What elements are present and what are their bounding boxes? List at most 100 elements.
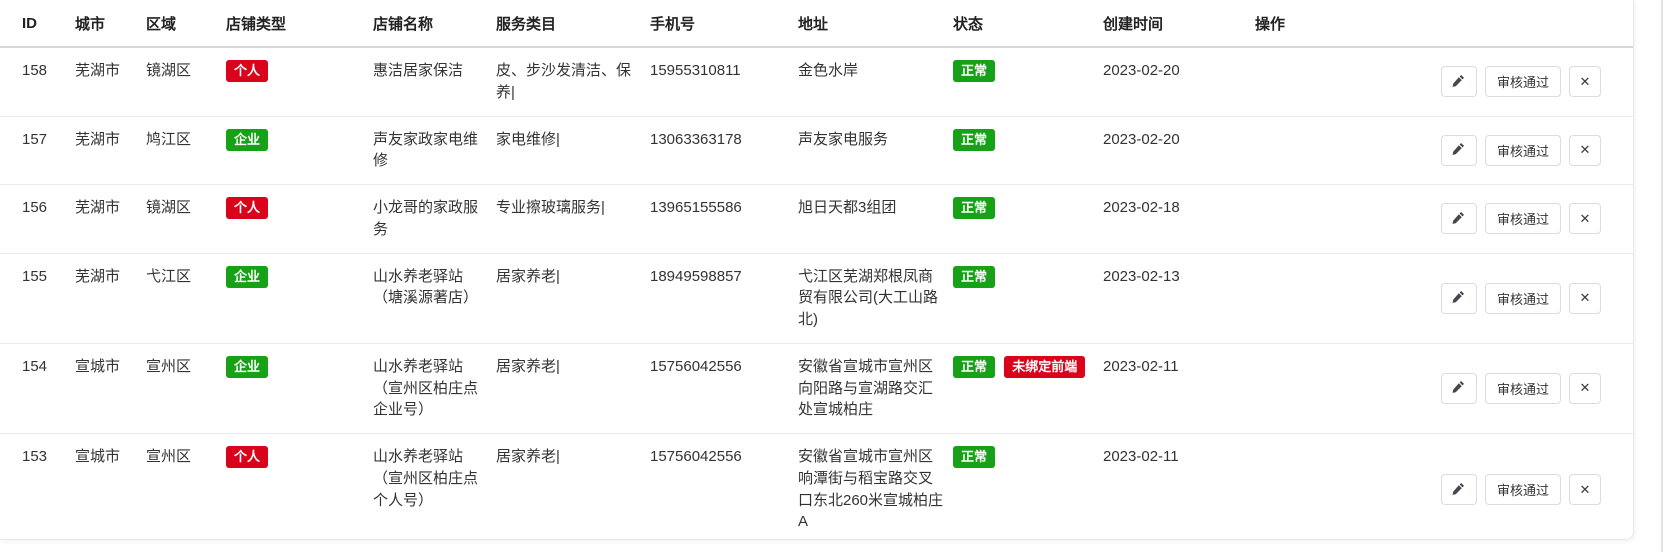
cell-city: 宣城市: [75, 434, 146, 541]
status-badge: 正常: [953, 266, 995, 288]
cell-city: 芜湖市: [75, 116, 146, 185]
cell-district: 弋江区: [146, 253, 226, 343]
action-buttons: 审核通过 ✕: [1255, 474, 1625, 505]
delete-button[interactable]: ✕: [1569, 373, 1601, 404]
approve-button[interactable]: 审核通过: [1485, 283, 1561, 314]
column-header-type: 店铺类型: [226, 0, 373, 47]
shop-table-card: ID城市区域店铺类型店铺名称服务类目手机号地址状态创建时间操作 158 芜湖市 …: [0, 0, 1634, 540]
approve-button[interactable]: 审核通过: [1485, 66, 1561, 97]
cell-id: 158: [0, 47, 75, 116]
column-header-status: 状态: [953, 0, 1103, 47]
pencil-icon: [1452, 74, 1465, 90]
cell-shop-name: 山水养老驿站（宣州区柏庄点个人号）: [373, 434, 496, 541]
pencil-icon: [1452, 380, 1465, 396]
cell-phone: 15955310811: [650, 47, 798, 116]
approve-button[interactable]: 审核通过: [1485, 135, 1561, 166]
approve-button[interactable]: 审核通过: [1485, 203, 1561, 234]
pencil-icon: [1452, 482, 1465, 498]
column-header-id: ID: [0, 0, 75, 47]
edit-button[interactable]: [1441, 373, 1477, 404]
action-buttons: 审核通过 ✕: [1255, 283, 1625, 314]
cell-district: 宣州区: [146, 343, 226, 433]
close-icon: ✕: [1580, 74, 1591, 90]
cell-shop-type: 企业: [226, 253, 373, 343]
cell-shop-name: 声友家政家电维修: [373, 116, 496, 185]
cell-shop-type: 个人: [226, 185, 373, 254]
cell-address: 金色水岸: [798, 47, 953, 116]
cell-address: 安徽省宣城市宣州区向阳路与宣湖路交汇处宣城柏庄: [798, 343, 953, 433]
table-row: 154 宣城市 宣州区 企业 山水养老驿站（宣州区柏庄点企业号） 居家养老| 1…: [0, 343, 1633, 433]
delete-button[interactable]: ✕: [1569, 474, 1601, 505]
cell-actions: 审核通过 ✕: [1255, 116, 1633, 185]
column-header-city: 城市: [75, 0, 146, 47]
shop-table: ID城市区域店铺类型店铺名称服务类目手机号地址状态创建时间操作 158 芜湖市 …: [0, 0, 1633, 540]
status-badge: 正常: [953, 446, 995, 468]
table-row: 156 芜湖市 镜湖区 个人 小龙哥的家政服务 专业擦玻璃服务| 1396515…: [0, 185, 1633, 254]
delete-button[interactable]: ✕: [1569, 203, 1601, 234]
cell-actions: 审核通过 ✕: [1255, 47, 1633, 116]
cell-district: 鸠江区: [146, 116, 226, 185]
cell-shop-type: 个人: [226, 434, 373, 541]
delete-button[interactable]: ✕: [1569, 283, 1601, 314]
close-icon: ✕: [1580, 142, 1591, 158]
action-buttons: 审核通过 ✕: [1255, 135, 1625, 166]
cell-created: 2023-02-13: [1103, 253, 1255, 343]
column-header-actions: 操作: [1255, 0, 1633, 47]
cell-service-category: 居家养老|: [496, 343, 650, 433]
delete-button[interactable]: ✕: [1569, 135, 1601, 166]
column-header-address: 地址: [798, 0, 953, 47]
status-badge: 正常: [953, 129, 995, 151]
cell-address: 声友家电服务: [798, 116, 953, 185]
cell-service-category: 专业擦玻璃服务|: [496, 185, 650, 254]
cell-actions: 审核通过 ✕: [1255, 253, 1633, 343]
status-badge: 正常: [953, 197, 995, 219]
cell-created: 2023-02-18: [1103, 185, 1255, 254]
cell-actions: 审核通过 ✕: [1255, 185, 1633, 254]
cell-city: 芜湖市: [75, 185, 146, 254]
pencil-icon: [1452, 142, 1465, 158]
cell-id: 155: [0, 253, 75, 343]
table-row: 158 芜湖市 镜湖区 个人 惠洁居家保洁 皮、步沙发清洁、保养| 159553…: [0, 47, 1633, 116]
cell-district: 镜湖区: [146, 47, 226, 116]
cell-city: 芜湖市: [75, 253, 146, 343]
approve-button[interactable]: 审核通过: [1485, 474, 1561, 505]
delete-button[interactable]: ✕: [1569, 66, 1601, 97]
shop-type-badge: 个人: [226, 60, 268, 82]
cell-phone: 15756042556: [650, 434, 798, 541]
header-row: ID城市区域店铺类型店铺名称服务类目手机号地址状态创建时间操作: [0, 0, 1633, 47]
edit-button[interactable]: [1441, 203, 1477, 234]
edit-button[interactable]: [1441, 474, 1477, 505]
cell-service-category: 家电维修|: [496, 116, 650, 185]
cell-shop-name: 山水养老驿站（塘溪源著店）: [373, 253, 496, 343]
shop-type-badge: 企业: [226, 356, 268, 378]
cell-phone: 13063363178: [650, 116, 798, 185]
column-header-created: 创建时间: [1103, 0, 1255, 47]
shop-type-badge: 个人: [226, 197, 268, 219]
shop-type-badge: 企业: [226, 266, 268, 288]
edit-button[interactable]: [1441, 135, 1477, 166]
table-row: 153 宣城市 宣州区 个人 山水养老驿站（宣州区柏庄点个人号） 居家养老| 1…: [0, 434, 1633, 541]
page-right-divider: [1661, 0, 1663, 552]
column-header-name: 店铺名称: [373, 0, 496, 47]
cell-id: 157: [0, 116, 75, 185]
cell-district: 镜湖区: [146, 185, 226, 254]
cell-shop-name: 山水养老驿站（宣州区柏庄点企业号）: [373, 343, 496, 433]
action-buttons: 审核通过 ✕: [1255, 373, 1625, 404]
action-buttons: 审核通过 ✕: [1255, 66, 1625, 97]
pencil-icon: [1452, 290, 1465, 306]
cell-status: 正常: [953, 116, 1103, 185]
cell-id: 156: [0, 185, 75, 254]
pencil-icon: [1452, 211, 1465, 227]
cell-shop-type: 企业: [226, 343, 373, 433]
cell-created: 2023-02-11: [1103, 434, 1255, 541]
edit-button[interactable]: [1441, 283, 1477, 314]
cell-status: 正常: [953, 185, 1103, 254]
cell-address: 安徽省宣城市宣州区响潭街与稻宝路交叉口东北260米宣城柏庄A: [798, 434, 953, 541]
cell-status: 正常 未绑定前端: [953, 343, 1103, 433]
approve-button[interactable]: 审核通过: [1485, 373, 1561, 404]
table-body: 158 芜湖市 镜湖区 个人 惠洁居家保洁 皮、步沙发清洁、保养| 159553…: [0, 47, 1633, 540]
cell-phone: 13965155586: [650, 185, 798, 254]
close-icon: ✕: [1580, 482, 1591, 498]
edit-button[interactable]: [1441, 66, 1477, 97]
cell-shop-name: 惠洁居家保洁: [373, 47, 496, 116]
